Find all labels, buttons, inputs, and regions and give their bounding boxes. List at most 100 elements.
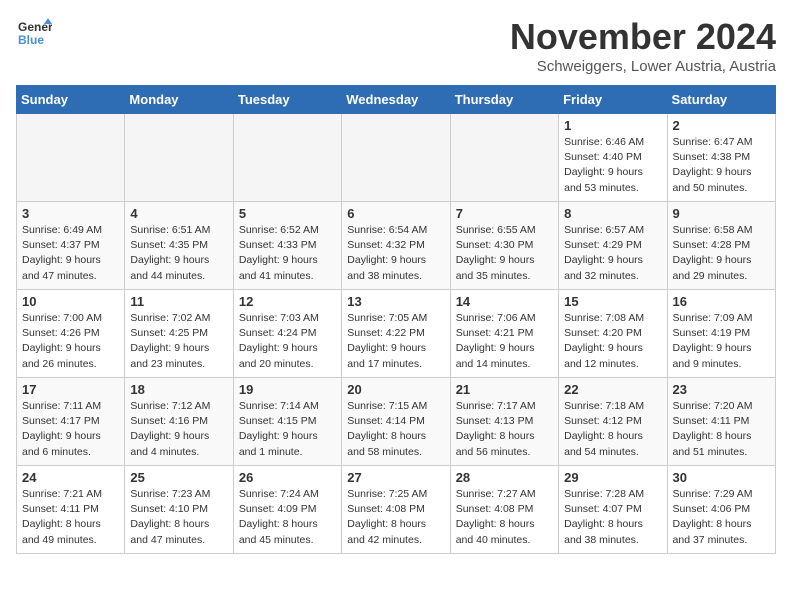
day-info: Sunrise: 7:17 AMSunset: 4:13 PMDaylight:…	[456, 399, 553, 460]
calendar-cell: 5 Sunrise: 6:52 AMSunset: 4:33 PMDaylight…	[233, 202, 341, 290]
day-number: 17	[22, 382, 119, 397]
calendar-cell	[450, 114, 558, 202]
col-header-monday: Monday	[125, 86, 233, 114]
calendar-cell: 30Sunrise: 7:29 AMSunset: 4:06 PMDayligh…	[667, 466, 775, 554]
calendar-cell: 18 Sunrise: 7:12 AMSunset: 4:16 PMDayligh…	[125, 378, 233, 466]
col-header-tuesday: Tuesday	[233, 86, 341, 114]
calendar-cell: 8Sunrise: 6:57 AMSunset: 4:29 PMDaylight…	[559, 202, 667, 290]
day-info: Sunrise: 7:20 AMSunset: 4:11 PMDaylight:…	[673, 399, 770, 460]
day-info: Sunrise: 7:14 AMSunset: 4:15 PMDaylight:…	[239, 399, 336, 460]
col-header-friday: Friday	[559, 86, 667, 114]
calendar-cell: 3 Sunrise: 6:49 AMSunset: 4:37 PMDaylight…	[17, 202, 125, 290]
calendar-cell: 17 Sunrise: 7:11 AMSunset: 4:17 PMDayligh…	[17, 378, 125, 466]
calendar-cell: 28 Sunrise: 7:27 AMSunset: 4:08 PMDayligh…	[450, 466, 558, 554]
day-info: Sunrise: 7:27 AMSunset: 4:08 PMDaylight:…	[456, 487, 553, 548]
day-info: Sunrise: 7:12 AMSunset: 4:16 PMDaylight:…	[130, 399, 227, 460]
day-info: Sunrise: 6:58 AMSunset: 4:28 PMDaylight:…	[673, 223, 770, 284]
day-info: Sunrise: 7:24 AMSunset: 4:09 PMDaylight:…	[239, 487, 336, 548]
day-number: 6	[347, 206, 444, 221]
day-number: 26	[239, 470, 336, 485]
day-info: Sunrise: 7:21 AMSunset: 4:11 PMDaylight:…	[22, 487, 119, 548]
calendar-cell: 23Sunrise: 7:20 AMSunset: 4:11 PMDayligh…	[667, 378, 775, 466]
title-area: November 2024 Schweiggers, Lower Austria…	[510, 16, 776, 75]
day-number: 3	[22, 206, 119, 221]
col-header-sunday: Sunday	[17, 86, 125, 114]
day-number: 10	[22, 294, 119, 309]
logo-icon: General Blue	[16, 16, 52, 52]
calendar-cell: 20Sunrise: 7:15 AMSunset: 4:14 PMDayligh…	[342, 378, 450, 466]
calendar-cell: 11 Sunrise: 7:02 AMSunset: 4:25 PMDayligh…	[125, 290, 233, 378]
calendar-cell: 26 Sunrise: 7:24 AMSunset: 4:09 PMDayligh…	[233, 466, 341, 554]
calendar-cell	[125, 114, 233, 202]
day-info: Sunrise: 7:11 AMSunset: 4:17 PMDaylight:…	[22, 399, 119, 460]
day-info: Sunrise: 6:46 AMSunset: 4:40 PMDaylight:…	[564, 135, 661, 196]
day-info: Sunrise: 6:51 AMSunset: 4:35 PMDaylight:…	[130, 223, 227, 284]
calendar-cell: 22 Sunrise: 7:18 AMSunset: 4:12 PMDayligh…	[559, 378, 667, 466]
col-header-saturday: Saturday	[667, 86, 775, 114]
day-info: Sunrise: 7:28 AMSunset: 4:07 PMDaylight:…	[564, 487, 661, 548]
calendar-cell: 21Sunrise: 7:17 AMSunset: 4:13 PMDayligh…	[450, 378, 558, 466]
day-info: Sunrise: 7:06 AMSunset: 4:21 PMDaylight:…	[456, 311, 553, 372]
calendar-cell: 19 Sunrise: 7:14 AMSunset: 4:15 PMDayligh…	[233, 378, 341, 466]
day-number: 11	[130, 294, 227, 309]
calendar-cell: 2 Sunrise: 6:47 AMSunset: 4:38 PMDaylight…	[667, 114, 775, 202]
day-number: 7	[456, 206, 553, 221]
day-info: Sunrise: 7:25 AMSunset: 4:08 PMDaylight:…	[347, 487, 444, 548]
day-info: Sunrise: 6:49 AMSunset: 4:37 PMDaylight:…	[22, 223, 119, 284]
day-info: Sunrise: 6:52 AMSunset: 4:33 PMDaylight:…	[239, 223, 336, 284]
day-number: 1	[564, 118, 661, 133]
calendar-cell: 4Sunrise: 6:51 AMSunset: 4:35 PMDaylight…	[125, 202, 233, 290]
day-info: Sunrise: 7:02 AMSunset: 4:25 PMDaylight:…	[130, 311, 227, 372]
calendar-header-row: SundayMondayTuesdayWednesdayThursdayFrid…	[17, 86, 776, 114]
day-info: Sunrise: 7:18 AMSunset: 4:12 PMDaylight:…	[564, 399, 661, 460]
day-number: 14	[456, 294, 553, 309]
day-number: 13	[347, 294, 444, 309]
calendar-cell: 25Sunrise: 7:23 AMSunset: 4:10 PMDayligh…	[125, 466, 233, 554]
calendar-cell: 16 Sunrise: 7:09 AMSunset: 4:19 PMDayligh…	[667, 290, 775, 378]
day-number: 24	[22, 470, 119, 485]
day-number: 18	[130, 382, 227, 397]
calendar-cell: 6 Sunrise: 6:54 AMSunset: 4:32 PMDaylight…	[342, 202, 450, 290]
calendar-cell: 15 Sunrise: 7:08 AMSunset: 4:20 PMDayligh…	[559, 290, 667, 378]
col-header-wednesday: Wednesday	[342, 86, 450, 114]
calendar-cell	[233, 114, 341, 202]
day-number: 19	[239, 382, 336, 397]
day-info: Sunrise: 6:47 AMSunset: 4:38 PMDaylight:…	[673, 135, 770, 196]
day-number: 25	[130, 470, 227, 485]
day-number: 12	[239, 294, 336, 309]
day-info: Sunrise: 7:08 AMSunset: 4:20 PMDaylight:…	[564, 311, 661, 372]
calendar-cell: 10 Sunrise: 7:00 AMSunset: 4:26 PMDayligh…	[17, 290, 125, 378]
week-row-5: 24 Sunrise: 7:21 AMSunset: 4:11 PMDayligh…	[17, 466, 776, 554]
calendar-cell	[17, 114, 125, 202]
week-row-4: 17 Sunrise: 7:11 AMSunset: 4:17 PMDayligh…	[17, 378, 776, 466]
calendar-cell: 29 Sunrise: 7:28 AMSunset: 4:07 PMDayligh…	[559, 466, 667, 554]
page-header: General Blue November 2024 Schweiggers, …	[16, 16, 776, 75]
day-number: 27	[347, 470, 444, 485]
location-subtitle: Schweiggers, Lower Austria, Austria	[510, 58, 776, 75]
week-row-1: 1 Sunrise: 6:46 AMSunset: 4:40 PMDaylight…	[17, 114, 776, 202]
day-info: Sunrise: 7:00 AMSunset: 4:26 PMDaylight:…	[22, 311, 119, 372]
day-info: Sunrise: 7:09 AMSunset: 4:19 PMDaylight:…	[673, 311, 770, 372]
day-number: 2	[673, 118, 770, 133]
day-number: 5	[239, 206, 336, 221]
day-number: 20	[347, 382, 444, 397]
day-number: 9	[673, 206, 770, 221]
day-number: 28	[456, 470, 553, 485]
day-number: 22	[564, 382, 661, 397]
calendar-cell: 13 Sunrise: 7:05 AMSunset: 4:22 PMDayligh…	[342, 290, 450, 378]
day-info: Sunrise: 7:03 AMSunset: 4:24 PMDaylight:…	[239, 311, 336, 372]
day-number: 15	[564, 294, 661, 309]
week-row-3: 10 Sunrise: 7:00 AMSunset: 4:26 PMDayligh…	[17, 290, 776, 378]
logo: General Blue	[16, 16, 56, 52]
day-number: 29	[564, 470, 661, 485]
calendar-cell: 12 Sunrise: 7:03 AMSunset: 4:24 PMDayligh…	[233, 290, 341, 378]
calendar-cell: 7 Sunrise: 6:55 AMSunset: 4:30 PMDaylight…	[450, 202, 558, 290]
day-info: Sunrise: 6:57 AMSunset: 4:29 PMDaylight:…	[564, 223, 661, 284]
calendar-cell: 14 Sunrise: 7:06 AMSunset: 4:21 PMDayligh…	[450, 290, 558, 378]
calendar-cell: 1 Sunrise: 6:46 AMSunset: 4:40 PMDaylight…	[559, 114, 667, 202]
day-info: Sunrise: 7:05 AMSunset: 4:22 PMDaylight:…	[347, 311, 444, 372]
day-number: 16	[673, 294, 770, 309]
day-info: Sunrise: 6:54 AMSunset: 4:32 PMDaylight:…	[347, 223, 444, 284]
day-info: Sunrise: 6:55 AMSunset: 4:30 PMDaylight:…	[456, 223, 553, 284]
calendar-cell: 24 Sunrise: 7:21 AMSunset: 4:11 PMDayligh…	[17, 466, 125, 554]
